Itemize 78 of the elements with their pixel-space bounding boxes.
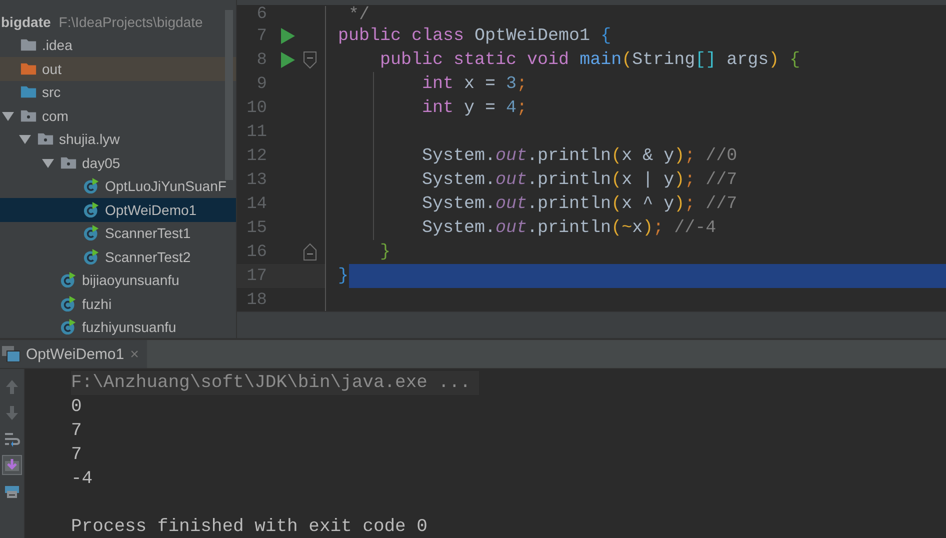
code-line: System.out.println(x | y); //7	[421, 170, 738, 190]
run-icon[interactable]	[280, 27, 296, 45]
line-number: 12	[246, 146, 267, 166]
class-icon	[60, 319, 77, 336]
line-number: 13	[246, 170, 267, 190]
class-icon	[83, 248, 100, 265]
tree-item[interactable]: fuzhiyunsuanfu	[0, 316, 236, 338]
code-line: public static void main(String[] args) {	[379, 50, 800, 70]
code-line: System.out.println(~x); //-4	[421, 218, 716, 238]
console-line: -4	[71, 468, 94, 491]
window-icon	[2, 346, 20, 362]
class-icon	[83, 178, 100, 194]
console-line: 7	[71, 444, 83, 467]
line-number: 14	[246, 194, 267, 214]
tree-item[interactable]: src	[0, 80, 236, 104]
tree-item-label: OptLuoJiYunSuanF	[105, 178, 226, 194]
horizontal-scrollbar[interactable]	[237, 311, 946, 338]
package-icon	[37, 131, 54, 148]
tree-item[interactable]: shujia.lyw	[0, 128, 236, 151]
tree-item[interactable]: day05	[0, 151, 236, 174]
folder-icon	[20, 60, 37, 77]
line-number: 11	[246, 122, 267, 142]
tree-item[interactable]: out	[0, 57, 236, 80]
console-line: 0	[71, 396, 83, 419]
line-number: 18	[246, 290, 267, 310]
line-number: 10	[246, 98, 267, 118]
package-icon	[60, 154, 77, 171]
console-line: 7	[71, 420, 83, 443]
line-number: 9	[256, 74, 267, 94]
fold-icon[interactable]	[303, 243, 317, 261]
folder-icon	[20, 84, 37, 100]
class-icon	[60, 296, 77, 312]
tree-item[interactable]: com	[0, 104, 236, 128]
run-icon[interactable]	[280, 51, 296, 69]
console-line: Process finished with exit code 0	[71, 516, 428, 538]
code-line: */	[348, 6, 370, 24]
code-line: }	[338, 266, 349, 286]
tree-item[interactable]: .idea	[0, 34, 236, 57]
line-number: 16	[246, 242, 267, 262]
tree-item-label: fuzhiyunsuanfu	[82, 319, 176, 336]
tree-item-label: OptWeiDemo1	[105, 202, 197, 218]
tree-item[interactable]: bigdate F:\IdeaProjects\bigdate	[0, 10, 236, 34]
tree-item[interactable]: OptLuoJiYunSuanF	[0, 174, 236, 198]
tree-item-label: ScannerTest1	[105, 225, 191, 242]
run-tab[interactable]: OptWeiDemo1 ×	[0, 340, 147, 368]
tree-item[interactable]: fuzhi	[0, 292, 236, 316]
tree-item-label: src	[42, 84, 61, 100]
tree-item-label: out	[42, 60, 62, 77]
code-line: public class OptWeiDemo1 {	[338, 26, 612, 46]
fold-icon[interactable]	[303, 51, 317, 69]
tree-item-label: ScannerTest2	[105, 248, 191, 265]
line-number: 15	[246, 218, 267, 238]
tree-item[interactable]: ScannerTest1	[0, 222, 236, 245]
code-line: System.out.println(x ^ y); //7	[421, 194, 738, 214]
tree-item-label: bijiaoyunsuanfu	[82, 272, 180, 288]
tree-item-label: shujia.lyw	[59, 131, 120, 148]
class-icon	[60, 272, 77, 288]
class-icon	[83, 225, 100, 242]
tree-item-label: bigdate	[1, 14, 51, 30]
tree-item-label: day05	[82, 154, 120, 171]
project-path: F:\IdeaProjects\bigdate	[58, 14, 203, 30]
line-number: 7	[256, 26, 267, 46]
tree-item-label: .idea	[42, 37, 72, 54]
folder-icon	[20, 37, 37, 54]
tree-item[interactable]: ScannerTest2	[0, 245, 236, 268]
line-number: 8	[256, 50, 267, 70]
tree-item[interactable]: bijiaoyunsuanfu	[0, 268, 236, 292]
tree-item[interactable]: OptWeiDemo1	[0, 198, 236, 222]
tree-item-label: fuzhi	[82, 296, 112, 312]
package-icon	[20, 108, 37, 124]
line-number: 6	[256, 6, 267, 24]
scroll-end-button[interactable]	[2, 455, 22, 475]
class-icon	[83, 202, 100, 218]
code-line: }	[379, 242, 391, 262]
code-line: System.out.println(x & y); //0	[421, 146, 738, 166]
code-line: int x = 3;	[421, 74, 528, 94]
tree-item-label: com	[42, 108, 68, 124]
code-line: int y = 4;	[421, 98, 528, 118]
